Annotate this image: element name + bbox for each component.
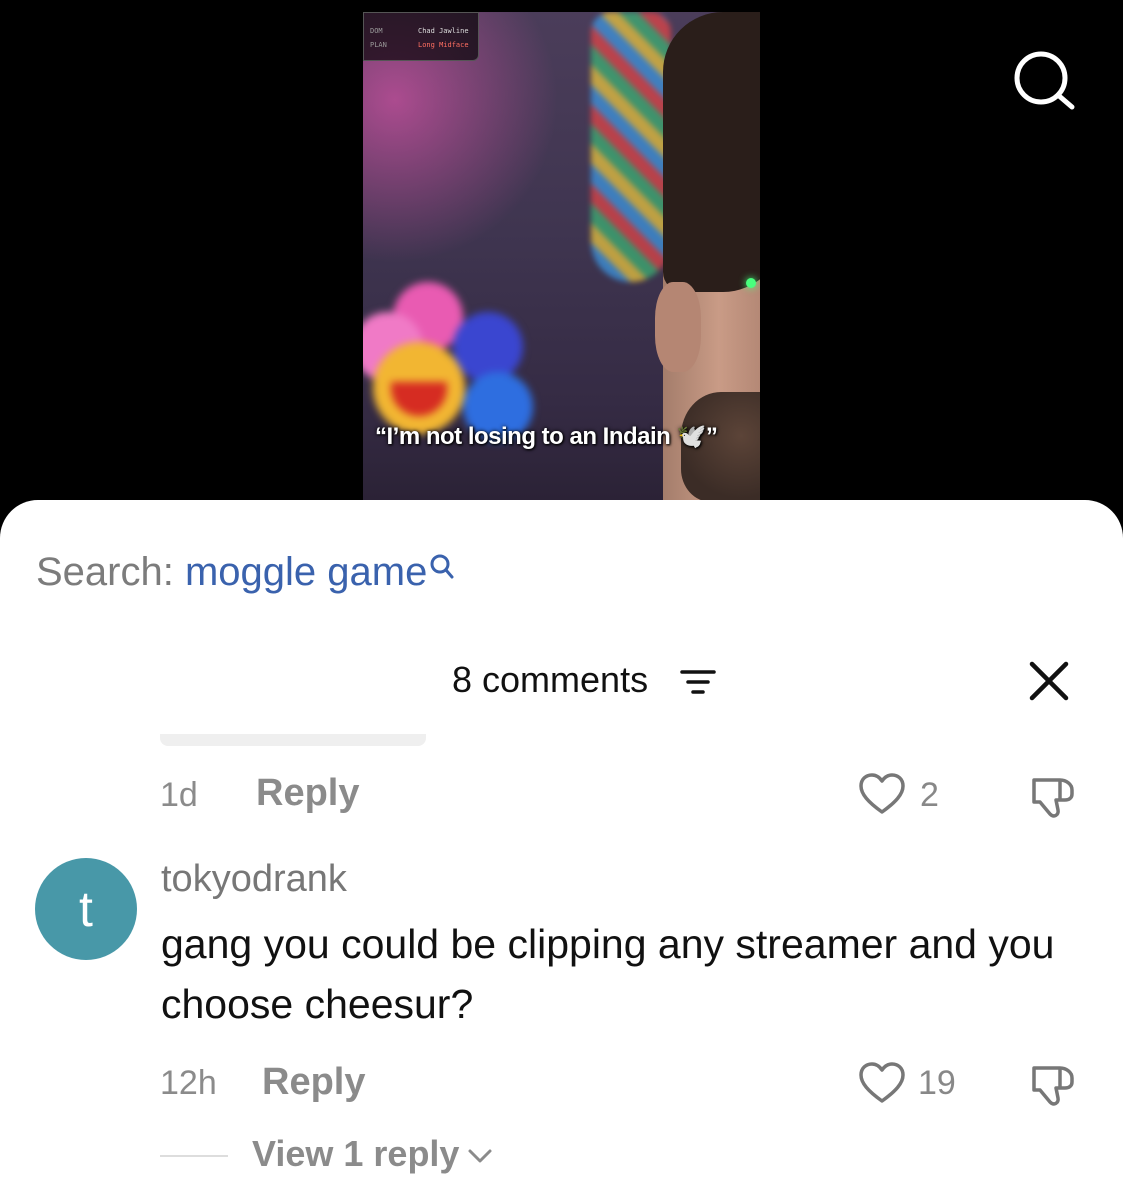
reply-button[interactable]: Reply bbox=[262, 1061, 365, 1104]
comments-count-title: 8 comments bbox=[452, 659, 649, 700]
like-count: 19 bbox=[918, 1064, 956, 1102]
face-analysis-overlay: DOM Chad Jawline PLAN Long Midface bbox=[363, 12, 479, 61]
search-small-icon bbox=[430, 554, 454, 579]
view-replies-label: View 1 reply bbox=[252, 1133, 460, 1174]
search-query-link[interactable]: moggle game bbox=[185, 550, 427, 594]
video-caption: “I’m not losing to an Indain 🕊️” bbox=[375, 423, 718, 450]
comment-text: gang you could be clipping any streamer … bbox=[161, 921, 1055, 1027]
search-suggestion[interactable]: Search: moggle game bbox=[36, 547, 455, 597]
face-tracking-dot bbox=[746, 278, 756, 288]
flower-plush bbox=[363, 282, 533, 442]
video-area[interactable]: DOM Chad Jawline PLAN Long Midface “I’m no… bbox=[0, 0, 1123, 520]
view-replies-button[interactable]: View 1 reply bbox=[252, 1133, 495, 1175]
sort-filter-icon[interactable] bbox=[680, 668, 716, 696]
previous-comment-fade bbox=[160, 734, 426, 746]
overlay-key: PLAN bbox=[370, 41, 387, 49]
comment-time: 12h bbox=[160, 1064, 217, 1102]
overlay-value: Chad Jawline bbox=[418, 27, 469, 35]
reply-button[interactable]: Reply bbox=[256, 772, 359, 815]
heart-icon[interactable] bbox=[858, 1061, 906, 1105]
overlay-value: Long Midface bbox=[418, 41, 469, 49]
overlay-key: DOM bbox=[370, 27, 383, 35]
overlay-row: DOM Chad Jawline bbox=[370, 27, 469, 35]
replies-divider bbox=[160, 1155, 228, 1157]
heart-icon[interactable] bbox=[858, 772, 906, 816]
close-icon[interactable] bbox=[1026, 658, 1072, 704]
avatar[interactable]: t bbox=[35, 858, 137, 960]
search-button[interactable] bbox=[1010, 50, 1080, 112]
dislike-icon[interactable] bbox=[1028, 1060, 1078, 1110]
streamer-ear bbox=[655, 282, 701, 372]
comment-time: 1d bbox=[160, 776, 198, 814]
streamer-hair bbox=[663, 12, 760, 292]
chevron-down-icon bbox=[468, 1149, 492, 1163]
overlay-row: PLAN Long Midface bbox=[370, 41, 469, 49]
video-player[interactable]: DOM Chad Jawline PLAN Long Midface “I’m no… bbox=[363, 12, 760, 500]
like-count: 2 bbox=[920, 776, 939, 814]
search-prefix: Search: bbox=[36, 550, 174, 594]
dislike-icon[interactable] bbox=[1028, 772, 1078, 822]
comment-username[interactable]: tokyodrank bbox=[161, 858, 347, 901]
search-icon bbox=[1014, 51, 1075, 110]
background-art bbox=[591, 12, 671, 282]
